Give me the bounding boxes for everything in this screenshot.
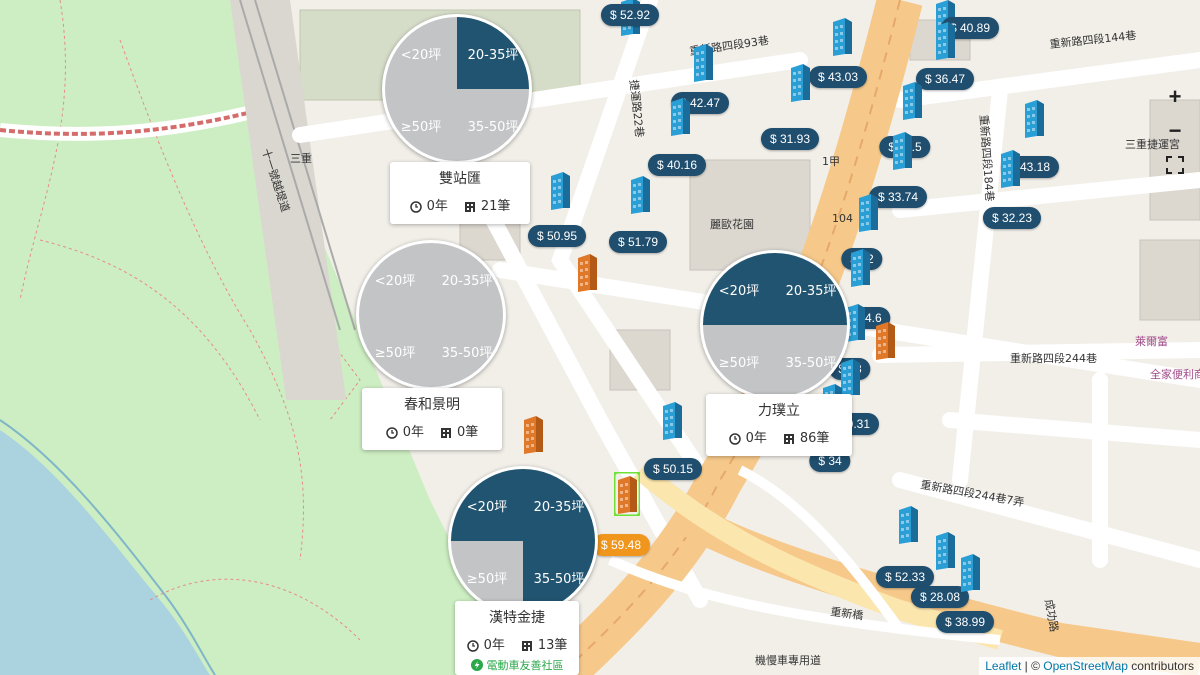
building-marker-icon[interactable]: [612, 470, 642, 518]
price-marker[interactable]: $ 43.03: [808, 66, 868, 88]
osm-link[interactable]: OpenStreetMap: [1043, 659, 1128, 673]
building-marker-icon[interactable]: [787, 60, 813, 104]
listing-count: 0筆: [440, 421, 478, 440]
community-card[interactable]: 漢特金捷 0年 13筆電動車友善社區: [455, 601, 579, 675]
clock-icon: [409, 200, 422, 213]
attribution-sep: | ©: [1021, 659, 1044, 673]
community-card[interactable]: 春和景明 0年 0筆: [362, 388, 502, 450]
building-marker-icon[interactable]: [659, 398, 685, 442]
street-label: 1甲: [822, 155, 840, 168]
age-stat: 0年: [385, 421, 424, 440]
zoom-out-button[interactable]: −: [1158, 114, 1192, 148]
street-label: 三重: [290, 151, 312, 165]
age-stat: 0年: [409, 195, 448, 214]
street-label: 機慢車專用道: [755, 653, 821, 667]
building-marker-icon[interactable]: [997, 146, 1023, 190]
cluster-pie-chart[interactable]: <20坪 20-35坪 ≥50坪 35-50坪: [356, 240, 506, 390]
price-marker[interactable]: $ 31.93: [760, 128, 820, 150]
price-marker[interactable]: $ 59.48: [591, 534, 651, 556]
building-marker-icon[interactable]: [520, 412, 546, 456]
map-attribution: Leaflet | © OpenStreetMap contributors: [979, 657, 1200, 675]
building-marker-icon[interactable]: [547, 168, 573, 212]
street-label: 重新路四段244巷: [1010, 351, 1097, 365]
cluster-pie-chart[interactable]: <20坪 20-35坪 ≥50坪 35-50坪: [700, 250, 850, 400]
leaflet-link[interactable]: Leaflet: [985, 659, 1021, 673]
building-marker-icon[interactable]: [574, 250, 600, 294]
price-marker[interactable]: $ 52.92: [600, 4, 660, 26]
cluster-pie-chart[interactable]: <20坪 20-35坪 ≥50坪 35-50坪: [382, 14, 532, 164]
street-label: 全家便利商店: [1150, 367, 1200, 381]
building-marker-icon[interactable]: [872, 318, 898, 362]
community-card[interactable]: 雙站匯 0年 21筆: [390, 162, 530, 224]
building-marker-icon[interactable]: [899, 78, 925, 122]
building-icon: [464, 201, 475, 212]
price-marker[interactable]: $ 50.15: [643, 458, 703, 480]
listing-count: 86筆: [783, 427, 829, 446]
building-marker-icon[interactable]: [847, 245, 873, 289]
building-icon: [521, 640, 532, 651]
building-marker-icon[interactable]: [957, 550, 983, 594]
building-marker-icon[interactable]: [829, 14, 855, 58]
building-marker-icon[interactable]: [667, 94, 693, 138]
community-name: 春和景明: [404, 397, 460, 413]
building-icon: [441, 427, 451, 438]
price-marker[interactable]: $ 52.33: [875, 566, 935, 588]
street-label: 麗歐花園: [710, 217, 754, 231]
age-stat: 0年: [728, 427, 767, 446]
ev-friendly-badge: 電動車友善社區: [465, 657, 569, 673]
community-card[interactable]: 力璞立 0年 86筆: [706, 394, 852, 456]
building-marker-icon[interactable]: [932, 18, 958, 62]
price-marker[interactable]: $ 50.95: [527, 225, 587, 247]
price-marker[interactable]: $ 51.79: [608, 231, 668, 253]
listing-count: 21筆: [464, 195, 510, 214]
building-marker-icon[interactable]: [895, 502, 921, 546]
cluster-pie-chart[interactable]: <20坪 20-35坪 ≥50坪 35-50坪: [448, 466, 598, 616]
building-icon: [783, 433, 794, 444]
lightning-icon: [470, 659, 483, 671]
price-marker[interactable]: $ 32.23: [982, 207, 1042, 229]
building-marker-icon[interactable]: [889, 128, 915, 172]
building-marker-icon[interactable]: [1021, 96, 1047, 140]
listing-count: 13筆: [521, 634, 567, 653]
price-marker[interactable]: $ 38.99: [935, 611, 995, 633]
clock-icon: [728, 432, 741, 445]
age-stat: 0年: [466, 634, 505, 653]
clock-icon: [466, 639, 479, 652]
community-name: 漢特金捷: [489, 610, 545, 626]
street-label: 104: [832, 212, 853, 225]
attribution-suffix: contributors: [1127, 659, 1194, 673]
community-name: 雙站匯: [439, 171, 481, 187]
community-name: 力璞立: [758, 403, 800, 419]
building-marker-icon[interactable]: [932, 528, 958, 572]
building-marker-icon[interactable]: [690, 40, 716, 84]
price-marker[interactable]: $ 40.16: [647, 154, 707, 176]
clock-icon: [385, 426, 398, 439]
building-marker-icon[interactable]: [855, 190, 881, 234]
map-canvas[interactable]: 重新路四段93巷 重新路四段244巷 重新路四段144巷 重新路四段184巷 重…: [0, 0, 1200, 675]
zoom-in-button[interactable]: +: [1158, 80, 1192, 114]
building-marker-icon[interactable]: [627, 172, 653, 216]
zoom-controls: + −: [1158, 80, 1192, 182]
fullscreen-icon[interactable]: [1158, 148, 1192, 182]
street-label: 萊爾富: [1135, 334, 1168, 348]
